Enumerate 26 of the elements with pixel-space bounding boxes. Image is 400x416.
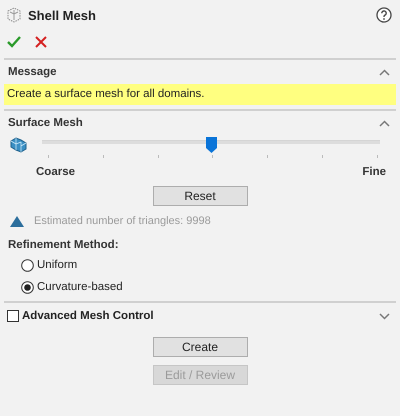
create-button[interactable]: Create (152, 337, 248, 357)
coarse-label: Coarse (36, 166, 75, 178)
close-icon[interactable] (35, 36, 47, 48)
shell-mesh-icon (6, 7, 22, 23)
fine-label: Fine (362, 166, 386, 178)
expand-icon[interactable] (379, 312, 390, 320)
help-icon[interactable] (376, 7, 392, 23)
section-title: Message (8, 66, 57, 78)
radio-label[interactable]: Curvature-based (37, 281, 123, 293)
mesh-cubes-icon (10, 137, 28, 153)
reset-button[interactable]: Reset (152, 186, 248, 206)
slider-thumb[interactable] (206, 137, 217, 153)
message-text: Create a surface mesh for all domains. (4, 84, 396, 105)
panel-title: Shell Mesh (28, 8, 97, 22)
collapse-icon[interactable] (379, 120, 390, 126)
checkbox[interactable] (7, 310, 19, 322)
refinement-label: Refinement Method: (7, 238, 120, 251)
radio-button[interactable] (21, 280, 34, 294)
section-title: Advanced Mesh Control (22, 310, 155, 322)
ok-icon[interactable] (7, 36, 21, 48)
radio-button[interactable] (21, 258, 34, 272)
section-title: Surface Mesh (8, 117, 83, 129)
triangle-icon (10, 216, 24, 226)
collapse-icon[interactable] (379, 68, 390, 76)
estimate-text: Estimated number of triangles: 9998 (34, 215, 211, 227)
radio-label[interactable]: Uniform (37, 259, 78, 271)
